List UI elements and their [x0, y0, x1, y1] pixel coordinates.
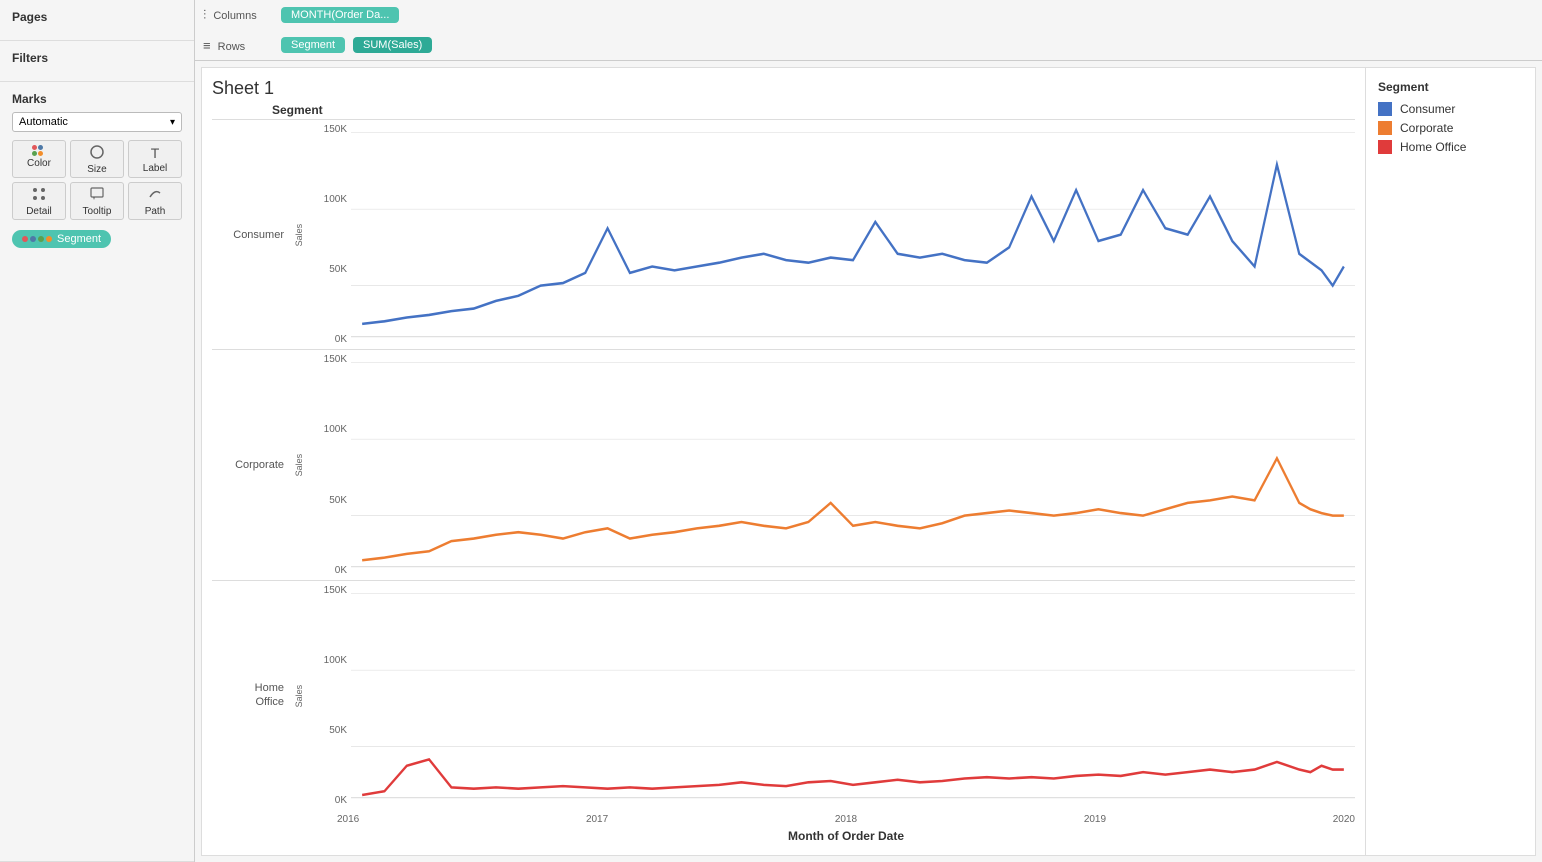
- chart-container: Sheet 1 Segment Consumer Sales 150K 100K…: [201, 67, 1536, 856]
- legend-color-homeoffice: [1378, 140, 1392, 154]
- marks-detail-label: Detail: [26, 206, 52, 217]
- rows-icon: ≡: [203, 38, 211, 53]
- chart-main: Sheet 1 Segment Consumer Sales 150K 100K…: [202, 68, 1365, 855]
- main-area: ⫶ Columns MONTH(Order Da... ≡ Rows Segme…: [195, 0, 1542, 862]
- marks-tooltip-label: Tooltip: [83, 206, 112, 217]
- detail-icon: [32, 187, 46, 204]
- rows-row: ≡ Rows Segment SUM(Sales): [195, 30, 1542, 60]
- marks-size-button[interactable]: Size: [70, 140, 124, 178]
- legend-color-consumer: [1378, 102, 1392, 116]
- corporate-yaxis: 150K 100K 50K 0K: [306, 350, 351, 579]
- x-tick-2018: 2018: [835, 814, 857, 825]
- chevron-down-icon: ▾: [170, 117, 175, 128]
- sheet-title: Sheet 1: [212, 78, 1355, 99]
- marks-label-button[interactable]: T Label: [128, 140, 182, 178]
- consumer-sales-label: Sales: [292, 120, 306, 349]
- segment-pill[interactable]: Segment: [12, 230, 111, 248]
- columns-label: ⫶ Columns: [203, 7, 273, 23]
- columns-pill[interactable]: MONTH(Order Da...: [281, 7, 399, 23]
- x-axis-title: Month of Order Date: [337, 829, 1355, 843]
- legend-title: Segment: [1378, 80, 1523, 94]
- legend-item-corporate[interactable]: Corporate: [1378, 121, 1523, 135]
- chart-row-consumer: Consumer Sales 150K 100K 50K 0K: [212, 119, 1355, 349]
- corporate-chart: [351, 350, 1355, 579]
- filters-section: Filters: [0, 41, 194, 82]
- rows-pill1[interactable]: Segment: [281, 37, 345, 53]
- chart-row-homeoffice: HomeOffice Sales 150K 100K 50K 0K: [212, 580, 1355, 810]
- homeoffice-yaxis: 150K 100K 50K 0K: [306, 581, 351, 810]
- marks-detail-button[interactable]: Detail: [12, 182, 66, 220]
- filters-title: Filters: [12, 51, 182, 65]
- segment-axis-label: Segment: [272, 103, 1355, 117]
- x-tick-2019: 2019: [1084, 814, 1106, 825]
- columns-row: ⫶ Columns MONTH(Order Da...: [195, 0, 1542, 30]
- pages-title: Pages: [12, 10, 182, 24]
- charts-area: Consumer Sales 150K 100K 50K 0K: [212, 119, 1355, 855]
- label-icon: T: [151, 145, 160, 161]
- marks-type-dropdown[interactable]: Automatic ▾: [12, 112, 182, 132]
- marks-tooltip-button[interactable]: Tooltip: [70, 182, 124, 220]
- rows-label: ≡ Rows: [203, 38, 273, 53]
- homeoffice-chart: [351, 581, 1355, 810]
- marks-color-button[interactable]: Color: [12, 140, 66, 178]
- tooltip-icon: [90, 187, 104, 204]
- path-icon: [148, 187, 162, 204]
- homeoffice-label: HomeOffice: [212, 581, 292, 810]
- color-icon: [32, 145, 46, 156]
- x-tick-2020: 2020: [1333, 814, 1355, 825]
- segment-pill-label: Segment: [57, 233, 101, 245]
- x-tick-2017: 2017: [586, 814, 608, 825]
- toolbar: ⫶ Columns MONTH(Order Da... ≡ Rows Segme…: [195, 0, 1542, 61]
- marks-size-label: Size: [87, 164, 106, 175]
- columns-icon: ⫶: [203, 7, 206, 22]
- legend-item-homeoffice[interactable]: Home Office: [1378, 140, 1523, 154]
- marks-label-label: Label: [143, 163, 167, 174]
- x-ticks: 2016 2017 2018 2019 2020: [337, 810, 1355, 825]
- homeoffice-sales-label: Sales: [292, 581, 306, 810]
- x-axis-area: 2016 2017 2018 2019 2020 Month of Order …: [337, 810, 1355, 855]
- segment-dots: [22, 236, 52, 242]
- marks-path-label: Path: [145, 206, 166, 217]
- marks-color-label: Color: [27, 158, 51, 169]
- marks-buttons-grid: Color Size T Label: [12, 140, 182, 220]
- legend-color-corporate: [1378, 121, 1392, 135]
- marks-path-button[interactable]: Path: [128, 182, 182, 220]
- chart-row-corporate: Corporate Sales 150K 100K 50K 0K: [212, 349, 1355, 579]
- pages-section: Pages: [0, 0, 194, 41]
- legend-panel: Segment Consumer Corporate Home Office: [1365, 68, 1535, 855]
- consumer-yaxis: 150K 100K 50K 0K: [306, 120, 351, 349]
- rows-pill2[interactable]: SUM(Sales): [353, 37, 432, 53]
- marks-type-label: Automatic: [19, 116, 68, 128]
- consumer-label: Consumer: [212, 120, 292, 349]
- legend-label-consumer: Consumer: [1400, 102, 1455, 116]
- left-panel: Pages Filters Marks Automatic ▾ C: [0, 0, 195, 862]
- size-icon: [90, 145, 104, 162]
- corporate-sales-label: Sales: [292, 350, 306, 579]
- consumer-chart: [351, 120, 1355, 349]
- legend-item-consumer[interactable]: Consumer: [1378, 102, 1523, 116]
- legend-label-corporate: Corporate: [1400, 121, 1453, 135]
- marks-section: Marks Automatic ▾ Color: [0, 82, 194, 862]
- legend-label-homeoffice: Home Office: [1400, 140, 1466, 154]
- marks-title: Marks: [12, 92, 182, 106]
- corporate-label: Corporate: [212, 350, 292, 579]
- x-tick-2016: 2016: [337, 814, 359, 825]
